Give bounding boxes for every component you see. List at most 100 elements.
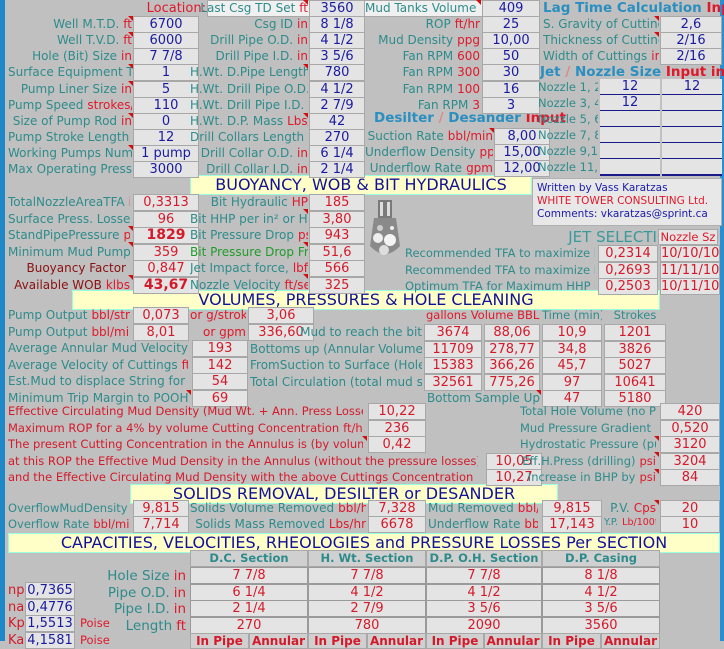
nozzle-input-a-5[interactable] (600, 159, 660, 176)
nozzle-input-a-4[interactable] (600, 143, 660, 160)
nozzle-label-4: Nozzle 9,10 (538, 144, 598, 158)
nozzle-input-a-3[interactable] (600, 127, 660, 144)
yp-value: 10 (660, 516, 720, 533)
input-right-label-4-unit: 300 (457, 65, 480, 79)
pump-output-value-0: 0,073 (133, 307, 189, 324)
rheo-label-3: Ka (8, 632, 24, 648)
nozzle-input-b-3[interactable] (662, 127, 722, 144)
vel-label-1-text: Average Velocity of Cuttings (8, 357, 178, 372)
jet-tfa-0: 0,2314 (598, 245, 658, 262)
input-right-2[interactable]: 10,00 (482, 32, 540, 49)
input-mid-6[interactable]: 2 7/9 (309, 97, 365, 114)
nozzle-input-a-1[interactable]: 12 (600, 95, 660, 112)
ecd-label-4-text: and the Effective Circulating Mud Densit… (8, 470, 478, 484)
input-mid-label-2-text: Drill Pipe O.D. (210, 33, 294, 47)
comment-marker-icon (489, 128, 494, 133)
comment-marker-icon (128, 145, 133, 150)
circ-time-2: 45,7 (542, 357, 602, 374)
credit-email[interactable]: Comments: vkaratzas@sprint.ca (537, 208, 717, 221)
section-row-label-0-unit: in (173, 568, 186, 584)
solids-volume-label: Solids Volume Removedbbl/hr (190, 501, 366, 515)
nozzle-input-b-5[interactable] (662, 159, 722, 176)
lag-label-1-text: Thickness of Cuttings (543, 33, 659, 47)
vel-label-1-unit: ft/min (181, 357, 188, 372)
input-mid-label-0: Last Csg TD Set ft (190, 1, 308, 15)
input-mid-3[interactable]: 3 5/6 (309, 48, 365, 65)
input-mid-7[interactable]: 42 (309, 113, 365, 130)
comment-marker-icon (303, 0, 308, 5)
comment-marker-icon (128, 32, 133, 37)
input-mid-2[interactable]: 4 1/2 (309, 32, 365, 49)
pump-output-label-0-unit: bbl/stroke (91, 308, 130, 322)
ecd-label-1: Maximum ROP for a 4% by volume Cutting C… (8, 421, 363, 435)
section-row-label-3-unit: ft (176, 617, 186, 634)
input-mid-0[interactable]: 3560 (309, 0, 365, 17)
nozzle-label-0: Nozzle 1, 2 (538, 80, 598, 94)
circ-time-1: 34,8 (542, 340, 602, 358)
ecd-value-2: 0,42 (368, 436, 426, 453)
input-right-label-3: Fan RPM 600 (365, 49, 480, 63)
hyd-left-label-3-text: Minimum Mud Pump (8, 244, 130, 259)
vel-label-1: Average Velocity of Cuttingsft/min (8, 358, 188, 372)
lag-title: Lag Time Calculation Input (543, 0, 724, 16)
comment-marker-icon (128, 16, 133, 21)
circ-header-strokes: Strokes (613, 308, 657, 322)
nozzle-input-a-0[interactable]: 12 (600, 79, 660, 96)
input-mid-9[interactable]: 6 1/4 (309, 145, 365, 162)
input-right-label-2-unit: ppg (457, 33, 480, 47)
comment-marker-icon (654, 469, 659, 474)
circ-gallons-1: 11709 (424, 340, 482, 358)
pump-output-label-0: Pump Outputbbl/stroke (8, 308, 130, 322)
input-mid-5[interactable]: 4 1/2 (309, 81, 365, 98)
lag-input-0[interactable]: 2,6 (660, 16, 722, 33)
input-left-label-6: Pump Speedstrokes/min (8, 98, 132, 112)
solids-mass-label: Solids Mass Removed Lbs/hr (190, 517, 366, 531)
ecd-label-3-text: at this ROP the Effective Mud Density in… (8, 453, 478, 468)
pv-label: P.V. Cps (604, 501, 656, 515)
circ-gallons-0: 3674 (424, 324, 482, 341)
desilter-label-0-unit: bbl/min (447, 129, 493, 143)
nozzle-label-2: Nozzle 5, 6 (538, 112, 598, 126)
input-mid-label-2: Drill Pipe O.D. in (190, 33, 308, 47)
lag-input-1[interactable]: 2/16 (660, 32, 722, 49)
hyd-mid-value-3: 51,6 (309, 243, 365, 261)
jet-rec-label-1: Recommended TFA to maximize Impact Force… (405, 262, 595, 277)
input-right-1[interactable]: 25 (482, 16, 540, 33)
nozzle-input-a-2[interactable] (600, 111, 660, 128)
section-row-label-3: Length ft (80, 618, 186, 634)
nozzle-input-b-4[interactable] (662, 143, 722, 160)
input-right-3[interactable]: 50 (482, 48, 540, 65)
nozzle-input-b-2[interactable] (662, 111, 722, 128)
input-right-5[interactable]: 16 (482, 81, 540, 98)
pump-output-label-0-text: Pump Output (8, 308, 88, 322)
jet-rec-label-0: Recommended TFA to maximize HHP in² (405, 246, 595, 260)
solids-volume-value: 7,328 (368, 500, 426, 517)
input-mid-label-9-unit: in (297, 146, 308, 160)
input-mid-label-10: Drill Collar I.D. in (190, 162, 308, 176)
vel-label-2: Est.Mud to displace String for POOHbbl (8, 374, 188, 388)
input-right-0[interactable]: 409 (482, 0, 540, 17)
input-mid-10[interactable]: 2 1/4 (309, 161, 365, 178)
press-right-value-4: 84 (660, 469, 720, 486)
input-mid-1[interactable]: 8 1/8 (309, 16, 365, 33)
nozzle-input-b-0[interactable]: 12 (662, 79, 722, 96)
input-mid-4[interactable]: 780 (309, 64, 365, 81)
nozzle-input-b-1[interactable] (662, 95, 722, 112)
section-row-label-2-text: Pipe I.D. (113, 601, 170, 617)
desilter-label-2-unit: gpm (466, 161, 493, 175)
vel-value-1: 142 (192, 356, 248, 374)
press-right-label-1-unit: psi/ft (655, 421, 656, 435)
section-subheader-1-1: Annular (367, 633, 426, 649)
lag-label-1: Thickness of Cuttingsin (543, 33, 659, 47)
input-mid-8[interactable]: 270 (309, 129, 365, 146)
lag-input-2[interactable]: 2/16 (660, 48, 722, 65)
press-right-label-4-text: Increase in BHP by (527, 470, 636, 484)
input-right-6[interactable]: 3 (482, 97, 540, 114)
input-right-4[interactable]: 30 (482, 64, 540, 81)
hyd-mid-label-2: Bit Pressure Droppsi (190, 228, 308, 242)
input-left-label-7-text: Size of Pump Rod (12, 114, 118, 128)
author-credit: Written by Vass Karatzas WHITE TOWER CON… (532, 178, 722, 226)
hyd-left-label-5-text: Available WOB (14, 277, 102, 292)
input-left-label-8-text: Pump Stroke Length (8, 130, 130, 144)
comment-marker-icon (654, 500, 659, 505)
